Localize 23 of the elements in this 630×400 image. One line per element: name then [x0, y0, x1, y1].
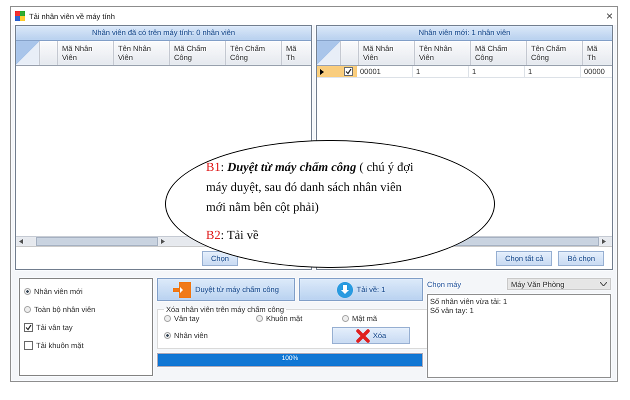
scroll-right-icon[interactable]: [602, 239, 606, 244]
cross-icon: [356, 328, 370, 342]
chevron-icon: [600, 282, 607, 286]
app-icon: [15, 11, 25, 21]
callout-step: B2: Tải về: [206, 225, 422, 245]
download-icon: [336, 282, 353, 298]
radio-button[interactable]: [342, 315, 349, 322]
checkbox[interactable]: [24, 323, 33, 332]
row-header[interactable]: [317, 66, 340, 77]
radio-button[interactable]: [164, 332, 171, 339]
radio-button[interactable]: [24, 306, 31, 313]
row-checkbox[interactable]: [344, 67, 353, 76]
checkbox[interactable]: [24, 341, 33, 350]
radio-button[interactable]: [164, 315, 171, 322]
radio-button[interactable]: [256, 315, 263, 322]
radio-button[interactable]: [24, 288, 31, 295]
import-icon: [173, 282, 192, 298]
scroll-left-icon[interactable]: [19, 239, 23, 244]
close-button[interactable]: ×: [606, 9, 613, 23]
corner-cell: [16, 41, 40, 65]
callout-step: B1: Duyệt từ máy chấm công ( chú ý đợi máy duyệt, sau đó danh sách nhân viên mới nằm bên cột phải): [206, 157, 422, 217]
corner-cell: [317, 41, 341, 65]
current-row-icon: [320, 68, 324, 74]
